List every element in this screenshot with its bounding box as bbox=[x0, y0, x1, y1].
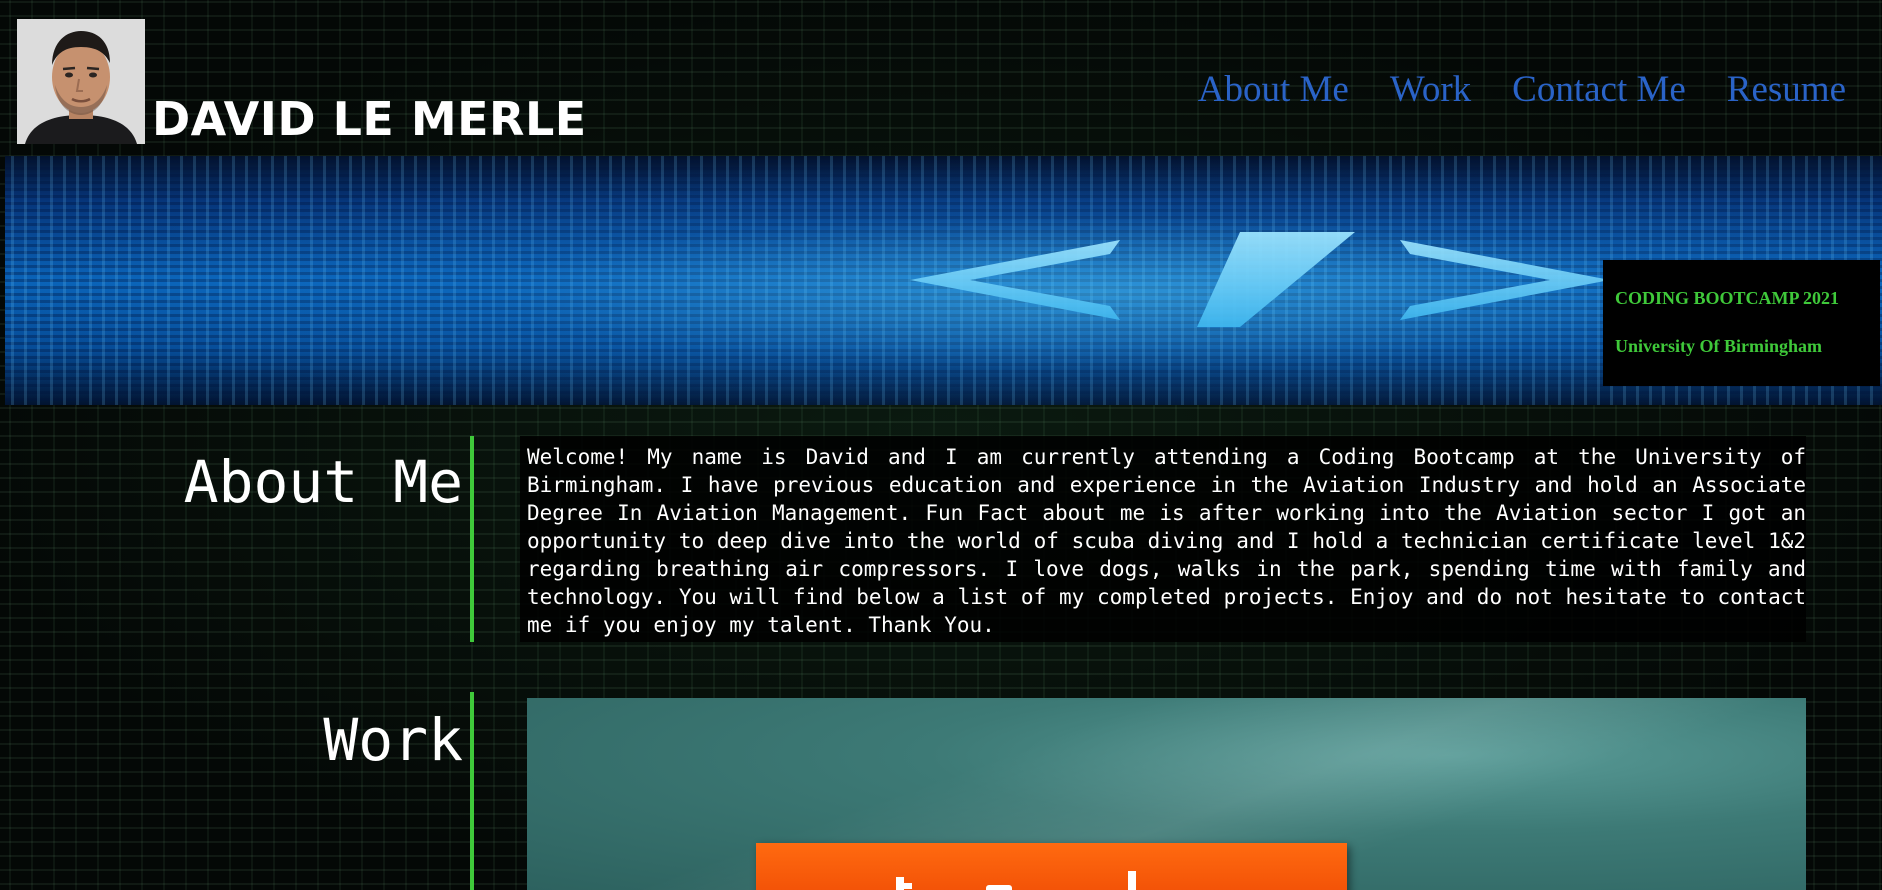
avatar-portrait-image bbox=[17, 19, 145, 144]
work-heading: Work bbox=[323, 706, 463, 774]
nav-link-work[interactable]: Work bbox=[1390, 69, 1471, 111]
bootcamp-title: CODING BOOTCAMP 2021 bbox=[1615, 288, 1840, 308]
site-title: DAVID LE MERLE bbox=[152, 92, 587, 146]
avatar bbox=[17, 19, 145, 144]
about-heading: About Me bbox=[183, 448, 463, 516]
work-project-thumbnail[interactable] bbox=[756, 843, 1347, 890]
main-nav: About Me Work Contact Me Resume bbox=[1198, 69, 1846, 111]
hero-banner bbox=[5, 156, 1882, 405]
nav-link-about-me[interactable]: About Me bbox=[1198, 69, 1349, 111]
thumbnail-text-art bbox=[896, 871, 1136, 890]
bootcamp-info-box: CODING BOOTCAMP 2021 University Of Birmi… bbox=[1603, 260, 1880, 386]
about-text: Welcome! My name is David and I am curre… bbox=[520, 436, 1806, 642]
code-brackets-icon bbox=[910, 232, 1610, 327]
work-divider bbox=[470, 692, 474, 890]
nav-link-resume[interactable]: Resume bbox=[1727, 69, 1846, 111]
bootcamp-institution: University Of Birmingham bbox=[1615, 336, 1822, 356]
work-project-card[interactable] bbox=[527, 698, 1806, 890]
site-header: DAVID LE MERLE About Me Work Contact Me … bbox=[0, 0, 1882, 156]
nav-link-contact-me[interactable]: Contact Me bbox=[1512, 69, 1686, 111]
about-divider bbox=[470, 436, 474, 642]
